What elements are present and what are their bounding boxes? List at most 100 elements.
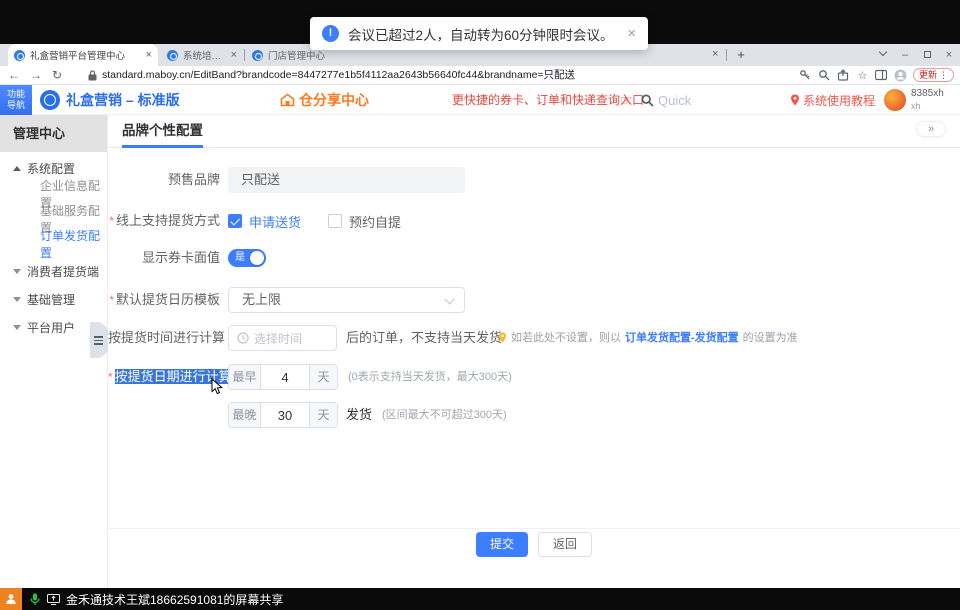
- search-icon: [641, 94, 654, 107]
- tutorial-label: 系统使用教程: [803, 92, 875, 109]
- sidebar-item-order-shipping[interactable]: 订单发货配置: [0, 231, 107, 256]
- sidebar-item-consumer-pickup[interactable]: 消费者提货端: [0, 259, 107, 284]
- tab-close-icon[interactable]: ×: [231, 50, 237, 61]
- side-panel-icon[interactable]: [875, 69, 888, 82]
- tab-close-icon[interactable]: ×: [146, 50, 152, 61]
- latest-unit: 天: [309, 403, 337, 427]
- latest-hint: (区间最大不可超过300天): [382, 402, 507, 428]
- browser-tab-2[interactable]: 系统培训学习 ×: [161, 44, 243, 66]
- sidebar-item-basic-management[interactable]: 基础管理: [0, 287, 107, 312]
- notification-close-icon[interactable]: ×: [627, 25, 636, 42]
- checkbox-selfpickup-unchecked[interactable]: [328, 214, 342, 228]
- tip-text-pre: 如若此处不设置，则以: [511, 329, 621, 345]
- earliest-unit: 天: [309, 365, 337, 389]
- update-label: 更新: [919, 69, 937, 81]
- bookmark-star-icon[interactable]: ☆: [856, 69, 869, 82]
- url-text[interactable]: standard.maboy.cn/EditBand?brandcode=844…: [102, 66, 575, 85]
- tip-text-post: 的设置为准: [743, 329, 798, 345]
- tab-title: 系统培训学习: [183, 48, 227, 62]
- required-mark: *: [108, 370, 113, 384]
- mouse-cursor: [211, 378, 224, 395]
- browser-url-bar: ← → ↻ standard.maboy.cn/EditBand?brandco…: [0, 66, 960, 85]
- sidebar-collapse-handle[interactable]: [90, 322, 108, 358]
- tab-close-icon[interactable]: ×: [712, 49, 718, 60]
- select-value: 无上限: [242, 292, 281, 307]
- latest-suffix-text: 发货: [346, 402, 372, 428]
- required-mark: *: [109, 214, 114, 228]
- app-header: 功能 导航 礼盒营销 – 标准版 仓分享中心 更快捷的券卡、订单和快递查询入口 …: [0, 85, 960, 115]
- quick-search[interactable]: Quick: [641, 85, 691, 115]
- by-time-label: 按提货时间进行计算: [108, 325, 220, 351]
- screen: 礼盒营销平台管理中心 × 系统培训学习 × 门店管理中心 × + – ×: [0, 0, 960, 610]
- tab-search-chevron-icon[interactable]: [872, 44, 894, 66]
- meeting-app-icon[interactable]: [0, 588, 22, 610]
- window-maximize-button[interactable]: [916, 44, 938, 66]
- collapse-triangle-icon: [13, 166, 21, 171]
- checkbox-delivery-label[interactable]: 申请送货: [249, 212, 301, 231]
- notification-text: 会议已超过2人，自动转为60分钟限时会议。: [348, 24, 619, 44]
- browser-profile-icon[interactable]: [894, 69, 907, 82]
- back-button[interactable]: 返回: [538, 532, 592, 557]
- tab-separator: [726, 49, 727, 61]
- tab-favicon: [14, 50, 25, 61]
- user-subname: xh: [911, 100, 944, 112]
- time-picker-input[interactable]: 选择时间: [228, 325, 337, 351]
- earliest-days-input[interactable]: [261, 365, 309, 389]
- location-pin-icon: [790, 94, 800, 106]
- expand-triangle-icon: [13, 297, 21, 302]
- sidebar-item-label: 系统配置: [27, 160, 75, 177]
- window-minimize-button[interactable]: –: [894, 44, 916, 66]
- meeting-notification: ! 会议已超过2人，自动转为60分钟限时会议。 ×: [310, 17, 648, 50]
- nav-label-line1: 功能: [0, 89, 32, 100]
- sidebar-item-label: 平台用户: [27, 319, 75, 336]
- sidebar: 管理中心 系统配置 企业信息配置 基础服务配置 订单发货配置 消费者提货端: [0, 115, 108, 588]
- checkbox-delivery-checked[interactable]: [228, 214, 242, 228]
- user-name: 8385xh: [911, 88, 944, 100]
- submit-button[interactable]: 提交: [476, 532, 528, 557]
- zoom-icon[interactable]: [818, 69, 831, 82]
- latest-days-input[interactable]: [261, 403, 309, 427]
- presale-brand-label: 预售品牌: [108, 167, 220, 193]
- browser-reload-button[interactable]: ↻: [52, 66, 62, 85]
- tab-brand-config[interactable]: 品牌个性配置: [122, 115, 203, 146]
- calendar-template-select[interactable]: 无上限: [228, 287, 465, 313]
- pointing-hand-icon: ☞: [620, 85, 633, 115]
- calendar-template-label: *默认提货日历模板: [108, 287, 220, 313]
- quick-label: Quick: [658, 93, 691, 108]
- active-tab-underline: [122, 145, 203, 148]
- latest-days-input-group: 最晚 天: [228, 402, 338, 428]
- function-nav-button[interactable]: 功能 导航: [0, 85, 32, 115]
- brand-title: 礼盒营销 – 标准版: [66, 85, 180, 115]
- screen-share-icon[interactable]: [47, 594, 60, 605]
- latest-prefix: 最晚: [229, 403, 261, 427]
- toggle-on-text: 是: [235, 252, 245, 264]
- browser-forward-button[interactable]: →: [30, 66, 42, 85]
- panel-collapse-button[interactable]: »: [916, 121, 946, 137]
- window-controls: – ×: [872, 44, 960, 66]
- browser-back-button[interactable]: ←: [8, 66, 20, 85]
- main-panel: 品牌个性配置 » 预售品牌 只配送 *线上支持提货方式 申请送货 预约自提: [108, 115, 960, 588]
- share-center-link[interactable]: 仓分享中心: [280, 85, 369, 115]
- clock-icon: [237, 332, 249, 344]
- browser-update-button[interactable]: 更新 ⋮: [913, 68, 954, 82]
- tip-link[interactable]: 订单发货配置-发货配置: [625, 329, 739, 345]
- card-value-toggle-on[interactable]: 是: [228, 249, 266, 267]
- browser-tab-1[interactable]: 礼盒营销平台管理中心 ×: [8, 44, 158, 66]
- presale-brand-input[interactable]: 只配送: [228, 167, 465, 193]
- tutorial-link[interactable]: 系统使用教程: [790, 85, 875, 115]
- sidebar-title: 管理中心: [0, 115, 107, 152]
- window-close-button[interactable]: ×: [938, 44, 960, 66]
- new-tab-button[interactable]: +: [733, 47, 749, 63]
- share-center-label: 仓分享中心: [299, 90, 369, 110]
- meeting-share-bar: 金禾通技术王斌18662591081的屏幕共享: [0, 588, 960, 610]
- microphone-icon[interactable]: [30, 593, 40, 606]
- checkbox-selfpickup-label[interactable]: 预约自提: [349, 212, 401, 231]
- card-value-label: 显示券卡面值: [108, 249, 220, 267]
- tab-title: 门店管理中心: [268, 48, 400, 62]
- user-avatar[interactable]: [884, 89, 906, 111]
- password-key-icon[interactable]: [799, 69, 812, 82]
- tab-separator: [244, 49, 245, 61]
- browser-window: 礼盒营销平台管理中心 × 系统培训学习 × 门店管理中心 × + – ×: [0, 44, 960, 588]
- share-icon[interactable]: [837, 69, 850, 82]
- by-date-label: *按提货日期进行计算: [108, 364, 220, 390]
